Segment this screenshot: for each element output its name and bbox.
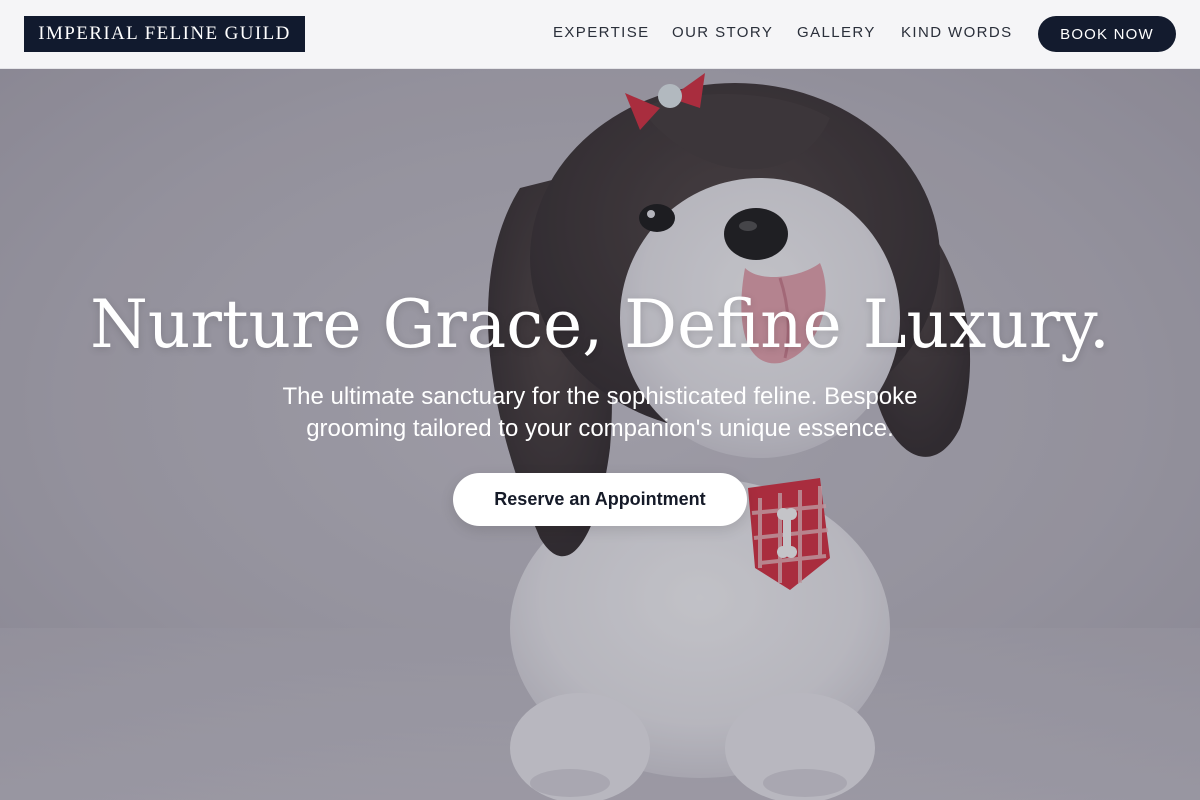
reserve-appointment-button[interactable]: Reserve an Appointment xyxy=(453,473,747,526)
book-now-button[interactable]: BOOK NOW xyxy=(1038,16,1176,52)
nav-link-kind-words[interactable]: KIND WORDS xyxy=(901,24,1013,44)
hero-section: Nurture Grace, Define Luxury. The ultima… xyxy=(0,68,1200,800)
hero-title: Nurture Grace, Define Luxury. xyxy=(90,286,1110,363)
site-header: IMPERIAL FELINE GUILD EXPERTISE OUR STOR… xyxy=(0,0,1200,69)
brand-logo[interactable]: IMPERIAL FELINE GUILD xyxy=(24,16,305,52)
nav-link-gallery[interactable]: GALLERY xyxy=(797,24,876,44)
nav-link-expertise[interactable]: EXPERTISE xyxy=(553,24,650,44)
nav-link-our-story[interactable]: OUR STORY xyxy=(672,24,773,44)
hero-subtitle: The ultimate sanctuary for the sophistic… xyxy=(282,383,918,442)
